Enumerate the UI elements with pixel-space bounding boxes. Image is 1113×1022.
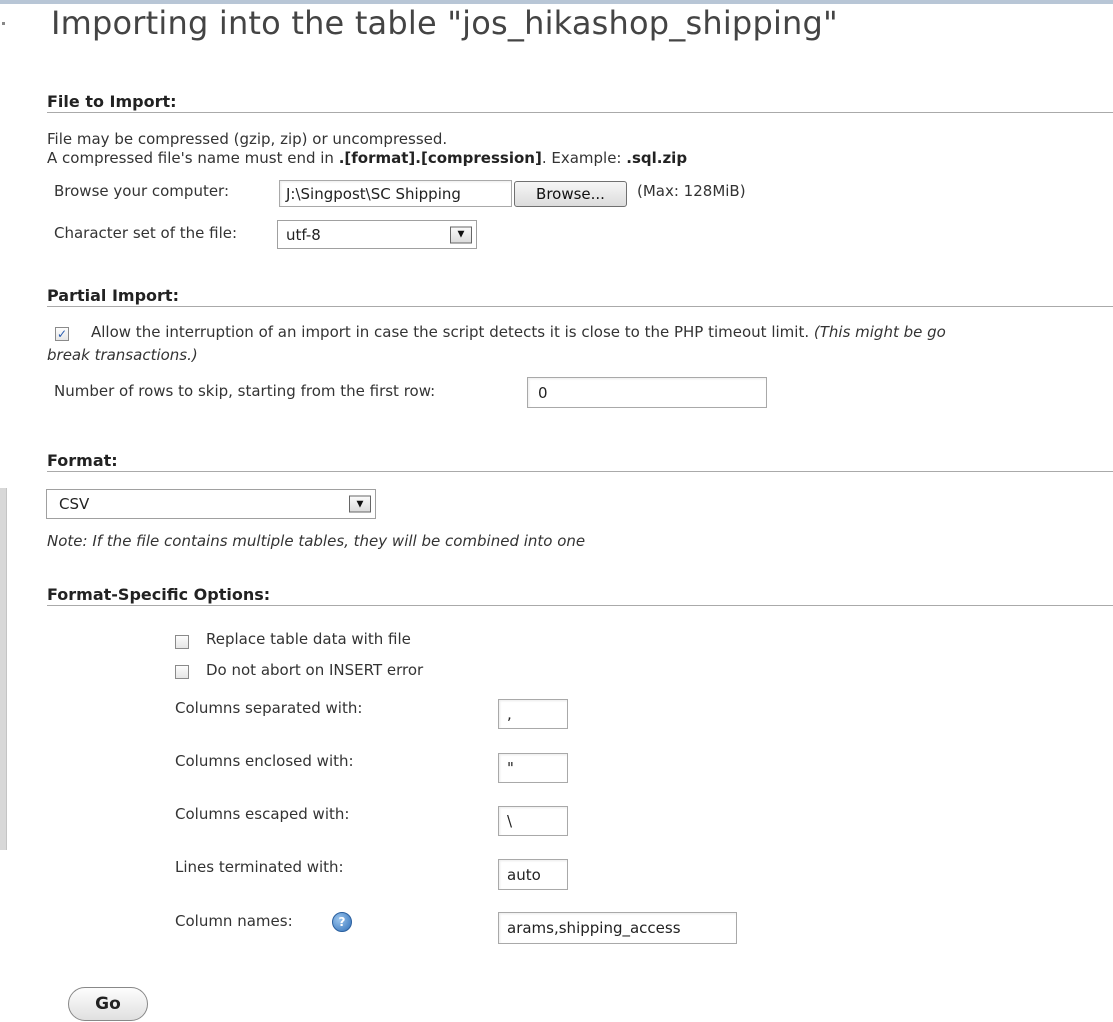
- lines-terminated-input[interactable]: auto: [498, 859, 568, 890]
- format-options-heading: Format-Specific Options:: [47, 585, 1113, 606]
- format-select[interactable]: CSV ▼: [46, 489, 376, 519]
- replace-data-checkbox[interactable]: [175, 635, 189, 649]
- charset-selected-value: utf-8: [286, 225, 321, 244]
- replace-data-label: Replace table data with file: [206, 630, 411, 648]
- columns-enclosed-input[interactable]: ": [498, 753, 568, 783]
- browse-label: Browse your computer:: [54, 182, 230, 200]
- charset-label: Character set of the file:: [54, 224, 238, 242]
- file-path-input[interactable]: J:\Singpost\SC Shipping: [279, 180, 512, 207]
- allow-interruption-note-continued: break transactions.): [47, 346, 198, 364]
- column-names-input[interactable]: arams,shipping_access: [498, 912, 737, 944]
- compression-note-line2: A compressed file's name must end in .[f…: [47, 149, 687, 167]
- compression-note-line1: File may be compressed (gzip, zip) or un…: [47, 130, 448, 148]
- format-selected-value: CSV: [59, 495, 90, 513]
- columns-enclosed-label: Columns enclosed with:: [175, 752, 354, 770]
- left-edge-mark: [2, 22, 5, 25]
- allow-interruption-note: (This might be go: [813, 323, 946, 341]
- columns-separated-label: Columns separated with:: [175, 699, 363, 717]
- ignore-errors-checkbox[interactable]: [175, 665, 189, 679]
- format-dropdown-arrow-icon[interactable]: ▼: [349, 495, 371, 513]
- allow-interruption-checkbox[interactable]: ✓: [55, 327, 69, 341]
- charset-dropdown-arrow-icon[interactable]: ▼: [450, 226, 472, 243]
- page-title: Importing into the table "jos_hikashop_s…: [51, 4, 838, 42]
- go-button[interactable]: Go: [68, 987, 148, 1021]
- max-size-label: (Max: 128MiB): [637, 182, 746, 200]
- column-names-label: Column names:: [175, 912, 293, 930]
- compression-format-pattern: .[format].[compression]: [338, 149, 542, 167]
- compression-note-prefix: A compressed file's name must end in: [47, 149, 339, 167]
- lines-terminated-label: Lines terminated with:: [175, 858, 344, 876]
- compression-note-mid: . Example:: [541, 149, 627, 167]
- skip-rows-label: Number of rows to skip, starting from th…: [54, 382, 436, 400]
- help-icon[interactable]: ?: [332, 912, 352, 932]
- columns-escaped-label: Columns escaped with:: [175, 805, 350, 823]
- allow-interruption-text: Allow the interruption of an import in c…: [91, 323, 946, 341]
- allow-interruption-label: Allow the interruption of an import in c…: [91, 323, 810, 341]
- charset-select[interactable]: utf-8 ▼: [277, 220, 477, 249]
- compression-example: .sql.zip: [626, 149, 688, 167]
- columns-separated-input[interactable]: ,: [498, 699, 568, 729]
- format-note: Note: If the file contains multiple tabl…: [47, 532, 586, 550]
- ignore-errors-label: Do not abort on INSERT error: [206, 661, 424, 679]
- left-scrollbar-track[interactable]: [0, 488, 7, 850]
- format-heading: Format:: [47, 451, 1113, 472]
- file-to-import-heading: File to Import:: [47, 92, 1113, 113]
- skip-rows-input[interactable]: 0: [527, 377, 767, 408]
- browse-button[interactable]: Browse...: [514, 181, 627, 207]
- partial-import-heading: Partial Import:: [47, 286, 1113, 307]
- columns-escaped-input[interactable]: \: [498, 806, 568, 836]
